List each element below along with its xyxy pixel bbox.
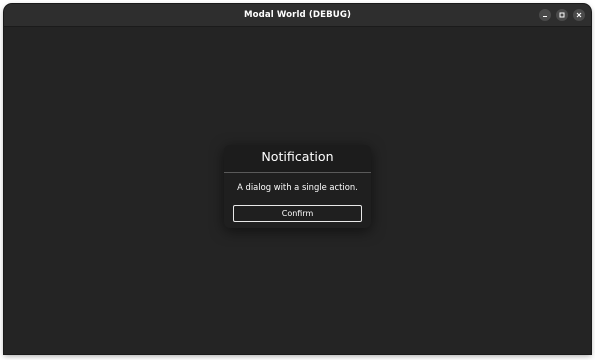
window-title: Modal World (DEBUG) bbox=[243, 10, 352, 20]
maximize-button[interactable] bbox=[556, 9, 568, 21]
dialog-title: Notification bbox=[261, 149, 334, 164]
dialog-header: Notification bbox=[224, 145, 371, 173]
app-content: Open modal Notification A dialog with a … bbox=[4, 27, 591, 354]
app-window: Modal World (DEBUG) Open modal Notificat… bbox=[4, 4, 591, 354]
close-icon bbox=[576, 12, 582, 18]
notification-dialog: Notification A dialog with a single acti… bbox=[224, 145, 371, 228]
title-bar[interactable]: Modal World (DEBUG) bbox=[4, 4, 591, 27]
close-button[interactable] bbox=[573, 9, 585, 21]
dialog-message: A dialog with a single action. bbox=[224, 181, 371, 193]
confirm-button[interactable]: Confirm bbox=[233, 205, 362, 222]
minimize-icon bbox=[543, 16, 547, 17]
maximize-icon bbox=[559, 12, 565, 18]
minimize-button[interactable] bbox=[539, 9, 551, 21]
